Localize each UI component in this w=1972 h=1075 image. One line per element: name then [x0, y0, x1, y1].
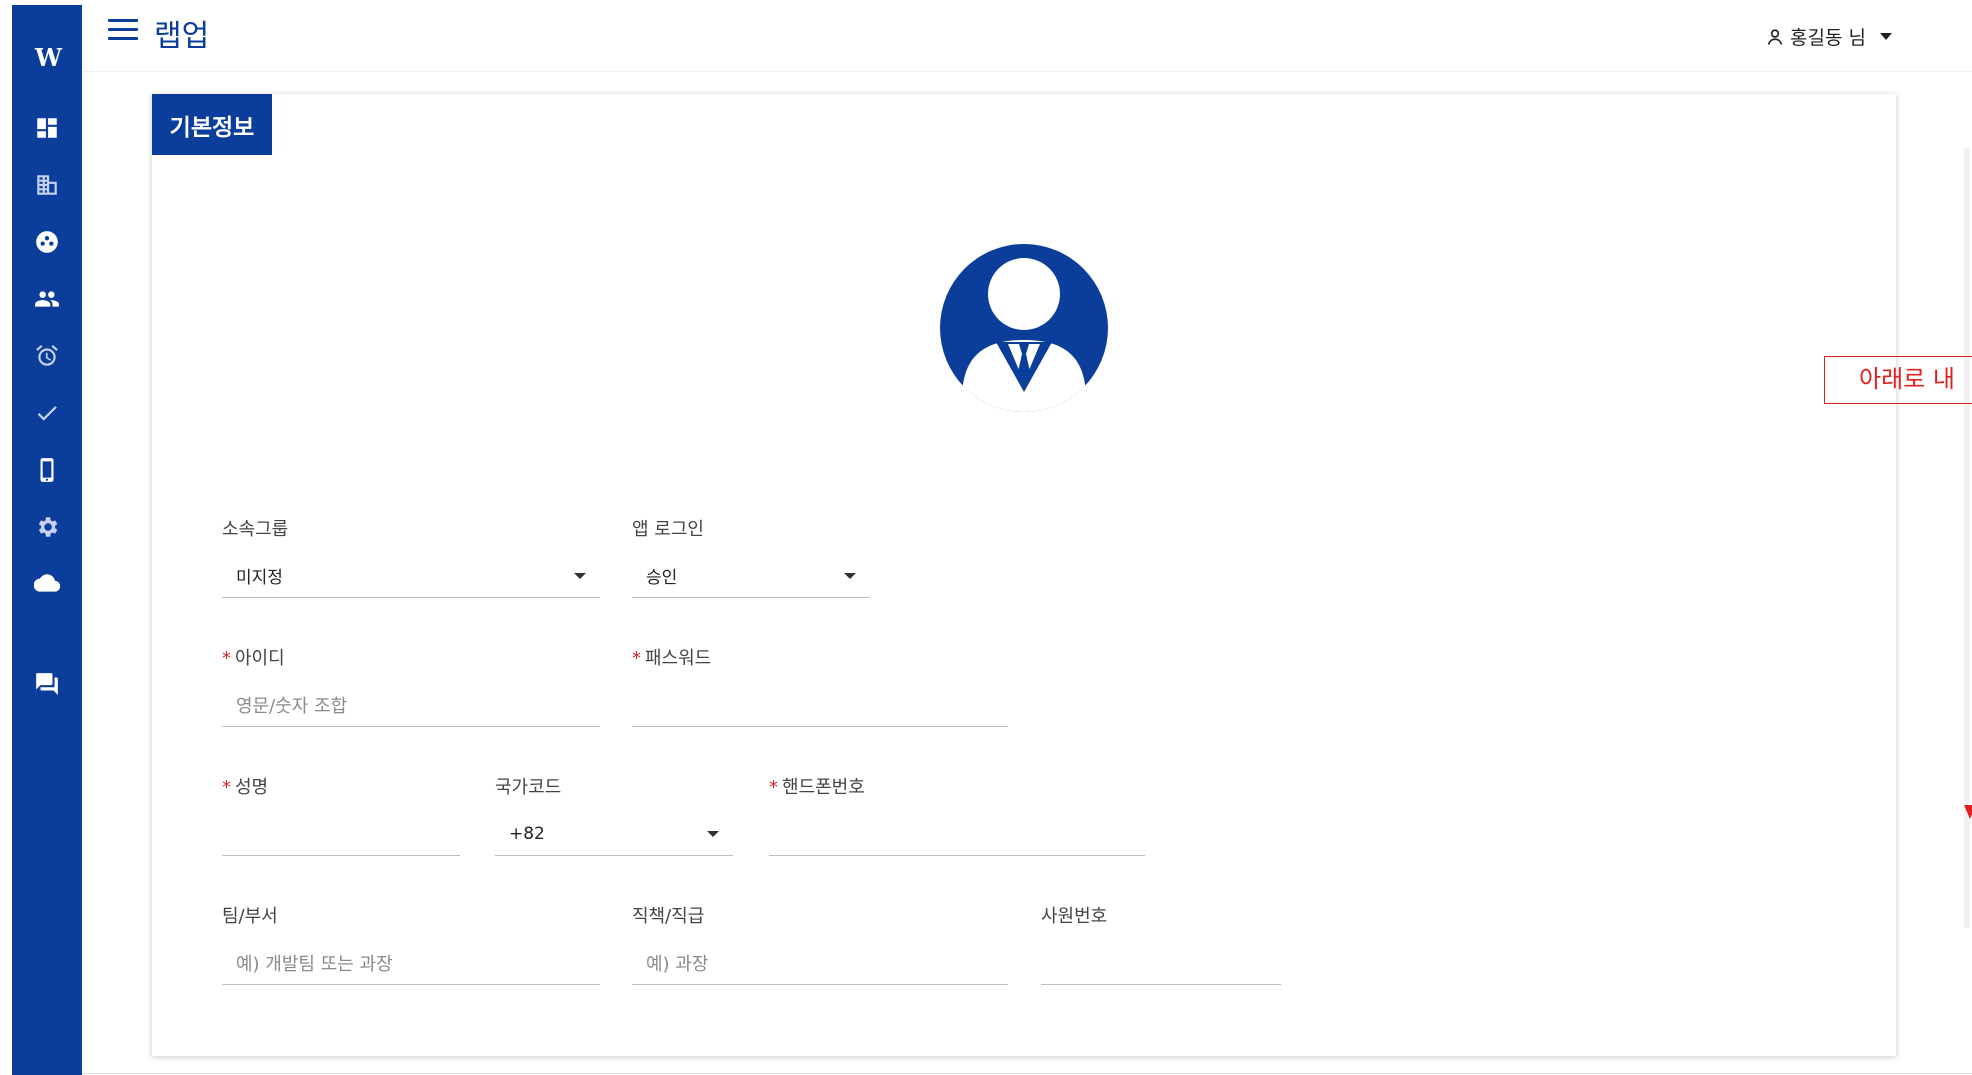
check-icon [37, 406, 57, 421]
menu-icon-bar [108, 28, 138, 31]
sidebar-groups[interactable] [12, 225, 82, 259]
sidebar-attendance[interactable] [12, 339, 82, 373]
password-label-wrap: * 패스워드 [632, 647, 1008, 671]
menu-icon-bar [108, 37, 138, 40]
down-arrow-icon [1964, 805, 1972, 819]
user-id-input[interactable]: 영문/숫자 조합 [222, 683, 600, 727]
sidebar-devices[interactable] [12, 453, 82, 487]
position-input[interactable]: 예) 과장 [632, 941, 1008, 985]
sidebar-cloud[interactable] [12, 566, 82, 600]
phone-icon [40, 458, 54, 482]
chat-icon [36, 673, 58, 695]
team-label: 팀/부서 [222, 906, 278, 927]
app-login-field: 앱 로그인 승인 [632, 518, 870, 598]
name-label-wrap: * 성명 [222, 776, 460, 800]
dropdown-arrow-icon [574, 573, 586, 579]
name-label: 성명 [235, 777, 269, 798]
password-input[interactable] [632, 683, 1008, 727]
team-field: 팀/부서 예) 개발팀 또는 과장 [222, 905, 600, 985]
team-input[interactable]: 예) 개발팀 또는 과장 [222, 941, 600, 985]
team-placeholder: 예) 개발팀 또는 과장 [236, 953, 393, 975]
position-placeholder: 예) 과장 [646, 953, 709, 975]
top-bar: 랩업 홍길동 님 [82, 5, 1972, 72]
position-field: 직책/직급 예) 과장 [632, 905, 1008, 985]
app-login-select[interactable]: 승인 [632, 554, 870, 598]
group-field: 소속그룹 미지정 [222, 518, 600, 598]
sidebar-members[interactable] [12, 282, 82, 316]
country-code-select[interactable]: +82 [495, 812, 733, 856]
phone-label: 핸드폰번호 [782, 777, 865, 798]
tab-basic-info[interactable]: 기본정보 [152, 94, 272, 155]
required-mark: * [222, 777, 231, 798]
sidebar-messages[interactable] [12, 667, 82, 701]
country-code-label: 국가코드 [495, 777, 562, 798]
required-mark: * [632, 648, 641, 669]
app-login-label: 앱 로그인 [632, 519, 704, 540]
app-logo[interactable]: W [12, 43, 82, 72]
alarm-icon [36, 345, 58, 366]
password-label: 패스워드 [645, 648, 712, 669]
dropdown-arrow-icon [707, 831, 719, 837]
required-mark: * [769, 777, 778, 798]
employee-no-input[interactable] [1041, 941, 1281, 985]
sidebar-approval[interactable] [12, 396, 82, 430]
phone-field: * 핸드폰번호 [769, 776, 1145, 856]
gear-icon [38, 517, 58, 537]
phone-input[interactable] [769, 812, 1145, 856]
basic-info-card: 기본정보 소속그룹 미지정 앱 로그인 승인 * 아이디 영문/숫자 조합 * … [152, 94, 1896, 1056]
menu-icon [108, 19, 138, 22]
dropdown-arrow-icon [844, 573, 856, 579]
people-icon [35, 291, 59, 307]
phone-label-wrap: * 핸드폰번호 [769, 776, 1145, 800]
profile-avatar-icon[interactable] [940, 244, 1108, 412]
required-mark: * [222, 648, 231, 669]
user-icon [1767, 28, 1783, 45]
dashboard-icon [37, 118, 57, 138]
user-menu[interactable]: 홍길동 님 [1766, 23, 1892, 50]
user-id-label-wrap: * 아이디 [222, 647, 600, 671]
group-select-value: 미지정 [236, 568, 283, 588]
user-id-label: 아이디 [235, 648, 285, 669]
sidebar: W [12, 5, 82, 1075]
cloud-icon [34, 574, 60, 592]
employee-no-field: 사원번호 [1041, 905, 1281, 985]
chevron-down-icon [1880, 33, 1892, 40]
name-field: * 성명 [222, 776, 460, 856]
name-input[interactable] [222, 812, 460, 856]
position-label: 직책/직급 [632, 906, 705, 927]
group-select[interactable]: 미지정 [222, 554, 600, 598]
divider [82, 1073, 1972, 1074]
employee-no-label: 사원번호 [1041, 906, 1108, 927]
sidebar-settings[interactable] [12, 510, 82, 544]
app-login-select-value: 승인 [646, 568, 678, 588]
sidebar-company[interactable] [12, 168, 82, 202]
group-circle-icon [36, 231, 58, 253]
app-frame: W 랩업 홍길동 님 기본정보 소속그룹 미지정 앱 로그인 승인 * 아이디 … [0, 0, 1972, 1075]
user-id-field: * 아이디 영문/숫자 조합 [222, 647, 600, 727]
menu-toggle-button[interactable] [108, 19, 138, 43]
group-label: 소속그룹 [222, 519, 289, 540]
password-field: * 패스워드 [632, 647, 1008, 727]
user-name: 홍길동 님 [1790, 27, 1866, 49]
sidebar-dashboard[interactable] [12, 111, 82, 145]
country-code-field: 국가코드 +82 [495, 776, 733, 856]
scroll-hint-annotation: 아래로 내 [1824, 356, 1972, 404]
app-title: 랩업 [154, 19, 210, 54]
country-code-value: +82 [509, 823, 545, 844]
user-id-placeholder: 영문/숫자 조합 [236, 695, 348, 717]
building-icon [37, 175, 57, 195]
